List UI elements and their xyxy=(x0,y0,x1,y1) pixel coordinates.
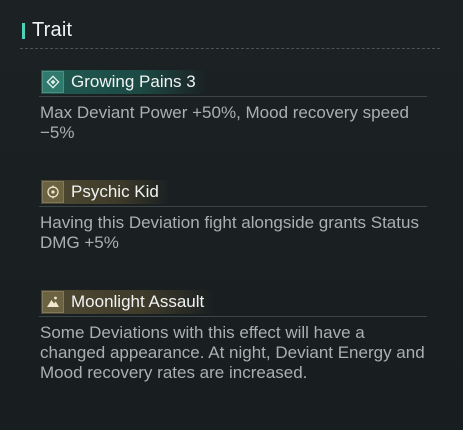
trait-name: Growing Pains 3 xyxy=(71,72,196,91)
trait-item: Psychic Kid Having this Deviation fight … xyxy=(39,180,427,253)
section-title: Trait xyxy=(32,19,73,41)
header-accent-bar xyxy=(22,23,25,39)
trait-header: Psychic Kid xyxy=(39,180,427,207)
trait-tag[interactable]: Growing Pains 3 xyxy=(41,70,206,94)
mountain-icon xyxy=(42,291,64,313)
trait-header: Growing Pains 3 xyxy=(39,70,427,97)
trait-name: Psychic Kid xyxy=(71,182,159,201)
trait-name: Moonlight Assault xyxy=(71,292,205,311)
trait-panel: Trait Growing Pains 3 Max Deviant Power … xyxy=(0,0,463,430)
trait-description: Having this Deviation fight alongside gr… xyxy=(40,213,419,252)
crosshair-icon xyxy=(42,181,64,203)
trait-description: Max Deviant Power +50%, Mood recovery sp… xyxy=(40,103,409,142)
trait-description: Some Deviations with this effect will ha… xyxy=(40,323,425,382)
trait-header: Moonlight Assault xyxy=(39,290,427,317)
diamond-icon xyxy=(42,71,64,93)
trait-tag[interactable]: Psychic Kid xyxy=(41,180,169,204)
trait-item: Moonlight Assault Some Deviations with t… xyxy=(39,290,427,383)
trait-item: Growing Pains 3 Max Deviant Power +50%, … xyxy=(39,70,427,143)
trait-section-header: Trait xyxy=(20,18,440,49)
trait-tag[interactable]: Moonlight Assault xyxy=(41,290,215,314)
